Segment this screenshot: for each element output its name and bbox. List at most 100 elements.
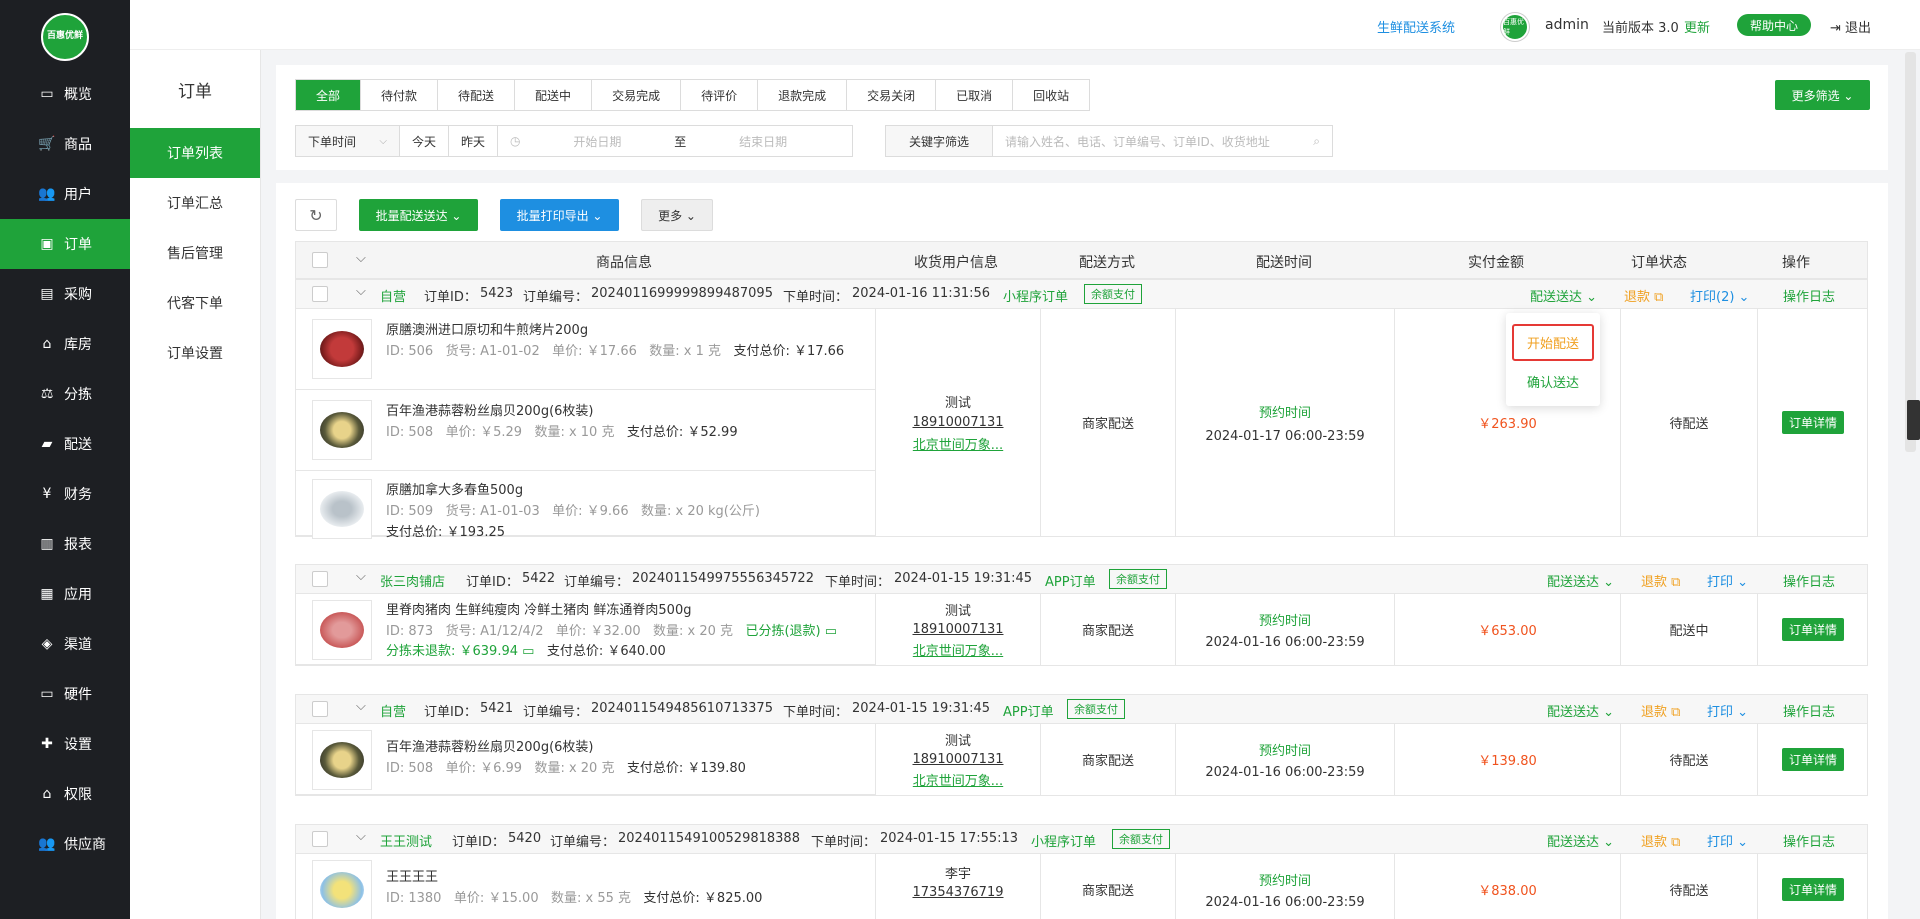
- product-name[interactable]: 原膳澳洲进口原切和牛煎烤片200g: [386, 319, 588, 338]
- tab-cancelled[interactable]: 已取消: [936, 80, 1014, 110]
- order-detail-button[interactable]: 订单详情: [1781, 411, 1844, 434]
- collapse-icon[interactable]: ⌵: [356, 699, 366, 714]
- nav-item-delivery[interactable]: ▰ 配送: [0, 419, 130, 469]
- scroll-handle[interactable]: [1907, 400, 1920, 440]
- subnav-item-after-sales[interactable]: 售后管理: [130, 228, 260, 278]
- refund-button[interactable]: 退款 ⧉: [1641, 831, 1680, 850]
- collapse-icon[interactable]: ⌵: [356, 569, 366, 584]
- nav-item-settings[interactable]: ✚ 设置: [0, 719, 130, 769]
- deliver-dropdown[interactable]: 配送送达 ⌄: [1547, 571, 1614, 590]
- product-image[interactable]: [312, 479, 372, 539]
- refresh-button[interactable]: ↻: [295, 199, 337, 231]
- batch-deliver-button[interactable]: 批量配送送达 ⌄: [359, 199, 478, 231]
- receiver-phone[interactable]: 18910007131: [913, 622, 1004, 637]
- nav-item-users[interactable]: 👥 用户: [0, 169, 130, 219]
- keyword-input[interactable]: 请输入姓名、电话、订单编号、订单ID、收货地址 ⌕: [993, 126, 1332, 156]
- nav-item-orders[interactable]: ▣ 订单: [0, 219, 130, 269]
- subnav-item-proxy-order[interactable]: 代客下单: [130, 278, 260, 328]
- nav-item-permissions[interactable]: ⌂ 权限: [0, 769, 130, 819]
- select-all-checkbox[interactable]: [312, 252, 328, 268]
- collapse-icon[interactable]: ⌵: [356, 284, 366, 299]
- receiver-phone[interactable]: 17354376719: [913, 885, 1004, 900]
- nav-item-goods[interactable]: 🛒 商品: [0, 119, 130, 169]
- shop-name[interactable]: 自营: [380, 701, 406, 720]
- nav-item-purchase[interactable]: ▤ 采购: [0, 269, 130, 319]
- start-delivery-option[interactable]: 开始配送: [1512, 324, 1594, 361]
- avatar[interactable]: 百惠优鲜: [1501, 13, 1529, 41]
- refund-button[interactable]: 退款 ⧉: [1641, 701, 1680, 720]
- order-detail-button[interactable]: 订单详情: [1781, 878, 1844, 901]
- operation-log-link[interactable]: 操作日志: [1783, 831, 1835, 850]
- brand-logo[interactable]: 百惠优鲜: [41, 13, 89, 61]
- product-image[interactable]: [312, 400, 372, 460]
- order-checkbox[interactable]: [312, 571, 328, 587]
- nav-item-finance[interactable]: ¥ 财务: [0, 469, 130, 519]
- today-button[interactable]: 今天: [400, 126, 450, 156]
- operation-log-link[interactable]: 操作日志: [1783, 571, 1835, 590]
- unrefunded-amount[interactable]: 分拣未退款: ￥639.94 ▭: [386, 644, 534, 659]
- order-checkbox[interactable]: [312, 286, 328, 302]
- receiver-phone[interactable]: 18910007131: [913, 752, 1004, 767]
- receiver-address[interactable]: 北京世间万象...: [913, 770, 1003, 789]
- deliver-dropdown[interactable]: 配送送达 ⌄: [1547, 701, 1614, 720]
- print-dropdown[interactable]: 打印 ⌄: [1707, 831, 1748, 850]
- print-dropdown[interactable]: 打印(2) ⌄: [1690, 286, 1749, 305]
- nav-item-suppliers[interactable]: 👥 供应商: [0, 819, 130, 869]
- more-filter-button[interactable]: 更多筛选 ⌄: [1775, 80, 1870, 110]
- shop-name[interactable]: 王王测试: [380, 831, 432, 850]
- nav-item-hardware[interactable]: ▭ 硬件: [0, 669, 130, 719]
- deliver-dropdown[interactable]: 配送送达 ⌄: [1547, 831, 1614, 850]
- tab-pending-payment[interactable]: 待付款: [361, 80, 439, 110]
- order-checkbox[interactable]: [312, 701, 328, 717]
- product-name[interactable]: 里脊肉猪肉 生鲜纯瘦肉 冷鲜土猪肉 鲜冻通脊肉500g: [386, 599, 691, 618]
- nav-item-sorting[interactable]: ⚖ 分拣: [0, 369, 130, 419]
- nav-item-reports[interactable]: ▥ 报表: [0, 519, 130, 569]
- nav-item-overview[interactable]: ▭ 概览: [0, 69, 130, 119]
- refund-button[interactable]: 退款 ⧉: [1624, 286, 1663, 305]
- tab-all[interactable]: 全部: [296, 80, 362, 110]
- confirm-delivered-option[interactable]: 确认送达: [1506, 372, 1600, 391]
- product-image[interactable]: [312, 730, 372, 790]
- refund-button[interactable]: 退款 ⧉: [1641, 571, 1680, 590]
- shop-name[interactable]: 自营: [380, 286, 406, 305]
- tab-recycle-bin[interactable]: 回收站: [1013, 80, 1089, 110]
- search-icon[interactable]: ⌕: [1313, 134, 1320, 149]
- product-name[interactable]: 原膳加拿大多春鱼500g: [386, 479, 523, 498]
- product-name[interactable]: 王王王王: [386, 866, 438, 885]
- batch-print-button[interactable]: 批量打印导出 ⌄: [500, 199, 619, 231]
- nav-item-warehouse[interactable]: ⌂ 库房: [0, 319, 130, 369]
- product-name[interactable]: 百年渔港蒜蓉粉丝扇贝200g(6枚装): [386, 400, 593, 419]
- update-link[interactable]: 更新: [1684, 17, 1710, 36]
- nav-item-channels[interactable]: ◈ 渠道: [0, 619, 130, 669]
- tab-pending-review[interactable]: 待评价: [681, 80, 759, 110]
- order-detail-button[interactable]: 订单详情: [1781, 748, 1844, 771]
- product-image[interactable]: [312, 600, 372, 660]
- tab-refunded[interactable]: 退款完成: [758, 80, 848, 110]
- tab-delivering[interactable]: 配送中: [515, 80, 593, 110]
- print-dropdown[interactable]: 打印 ⌄: [1707, 701, 1748, 720]
- keyword-label[interactable]: 关键字筛选: [886, 126, 993, 156]
- operation-log-link[interactable]: 操作日志: [1783, 701, 1835, 720]
- page-scrollbar[interactable]: [1905, 52, 1916, 452]
- sorted-status-link[interactable]: 已分拣(退款) ▭: [745, 624, 837, 639]
- receiver-address[interactable]: 北京世间万象...: [913, 640, 1003, 659]
- tab-closed[interactable]: 交易关闭: [847, 80, 937, 110]
- deliver-dropdown[interactable]: 配送送达 ⌄: [1530, 286, 1597, 305]
- product-image[interactable]: [312, 860, 372, 919]
- username[interactable]: admin: [1545, 17, 1589, 33]
- order-detail-button[interactable]: 订单详情: [1781, 618, 1844, 641]
- subnav-item-order-list[interactable]: 订单列表: [130, 128, 260, 178]
- date-type-select[interactable]: 下单时间 ⌵: [296, 126, 400, 156]
- date-range-picker[interactable]: ◷ 开始日期 至 结束日期: [498, 126, 852, 156]
- shop-name[interactable]: 张三肉铺店: [380, 571, 445, 590]
- subnav-item-order-summary[interactable]: 订单汇总: [130, 178, 260, 228]
- product-name[interactable]: 百年渔港蒜蓉粉丝扇贝200g(6枚装): [386, 736, 593, 755]
- yesterday-button[interactable]: 昨天: [449, 126, 499, 156]
- order-checkbox[interactable]: [312, 831, 328, 847]
- nav-item-apps[interactable]: ▦ 应用: [0, 569, 130, 619]
- end-date-input[interactable]: 结束日期: [739, 133, 787, 150]
- print-dropdown[interactable]: 打印 ⌄: [1707, 571, 1748, 590]
- subnav-item-order-settings[interactable]: 订单设置: [130, 328, 260, 378]
- tab-pending-delivery[interactable]: 待配送: [438, 80, 516, 110]
- collapse-icon[interactable]: ⌵: [356, 829, 366, 844]
